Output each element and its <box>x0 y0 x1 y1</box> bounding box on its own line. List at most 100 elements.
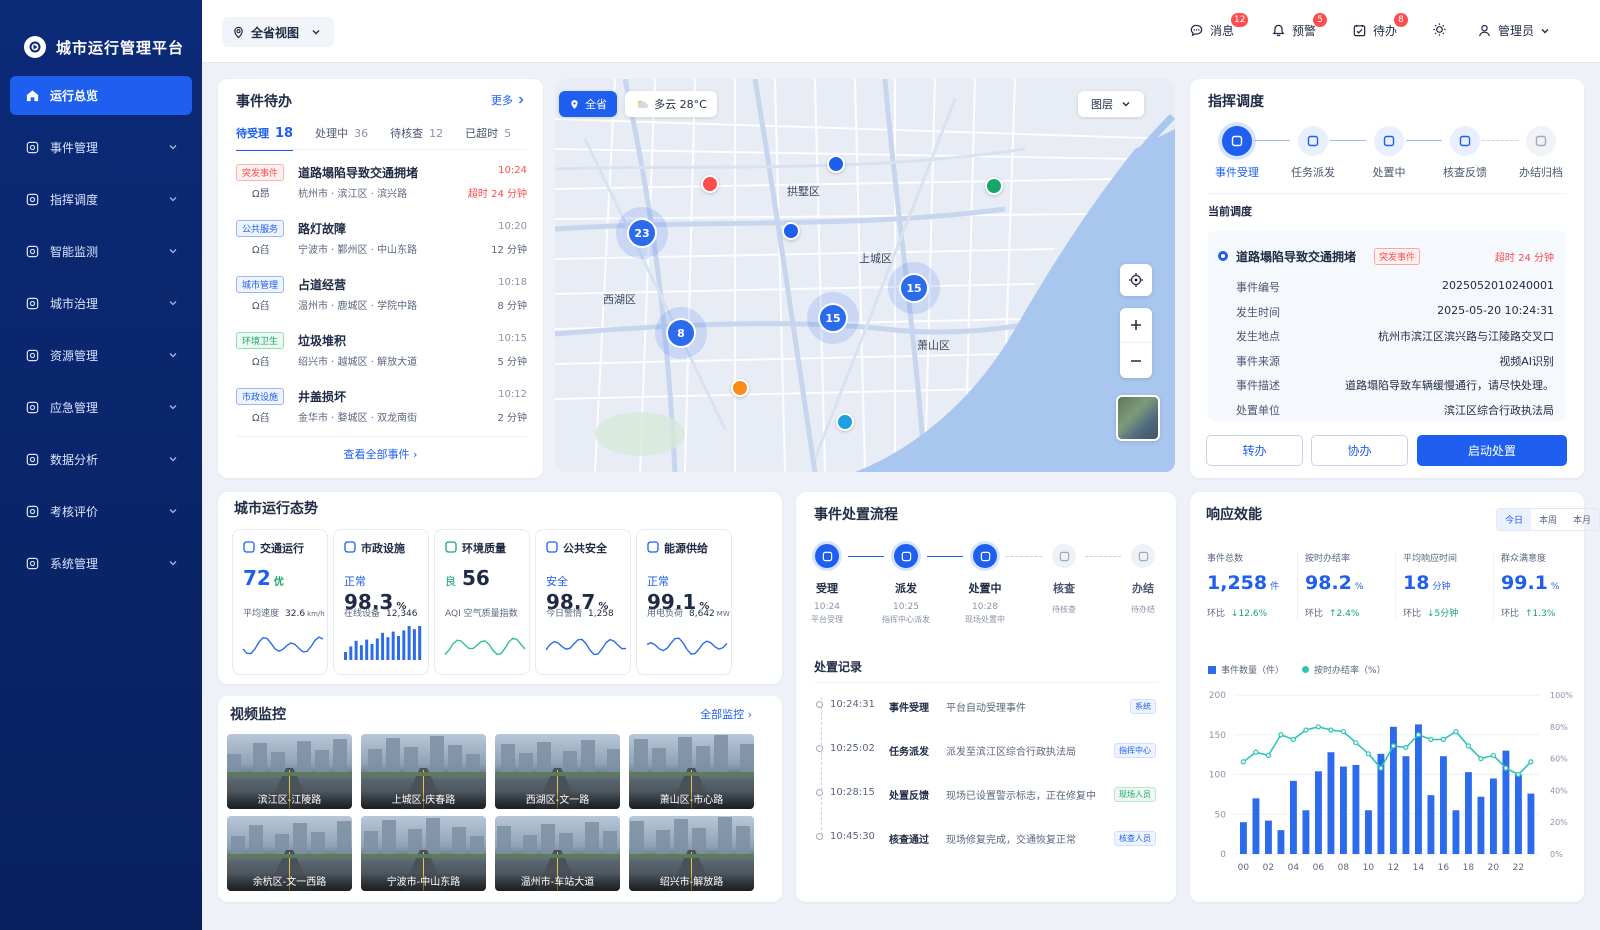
events-tab[interactable]: 处理中 36 <box>315 125 368 151</box>
start-handling-button[interactable]: 启动处置 <box>1417 435 1567 466</box>
event-cluster[interactable]: 23 <box>616 207 668 259</box>
user-menu[interactable]: 管理员 <box>1477 22 1550 39</box>
cluster-count: 23 <box>627 218 657 248</box>
chart-bar <box>1352 764 1360 854</box>
stat-icon <box>243 540 255 556</box>
chart-point <box>1503 765 1509 771</box>
period-option[interactable]: 本月 <box>1565 509 1599 530</box>
event-item[interactable]: 公共服务 路灯故障 Ω臽 宁波市 · 鄞州区 · 中山东路 10:20 12 分钟 <box>236 217 527 273</box>
stat-card[interactable]: 环境质量良 56 AQI 空气质量指数 <box>434 529 530 675</box>
alerts-button[interactable]: 预警 5 <box>1271 13 1327 39</box>
service-marker-icon[interactable] <box>731 379 749 397</box>
satellite-toggle[interactable] <box>1116 395 1160 441</box>
dispatch-step[interactable]: 办结归档 <box>1506 126 1576 180</box>
sidebar-item[interactable]: 数据分析 <box>10 440 192 479</box>
sidebar-item[interactable]: 系统管理 <box>10 544 192 583</box>
sidebar-item[interactable]: 运行总览 <box>10 76 192 115</box>
metric-value: 98.2 <box>1305 572 1352 594</box>
camera-feed[interactable]: 西湖区-文一路 <box>495 734 620 809</box>
layers-button[interactable]: 图层 <box>1078 91 1144 117</box>
response-title: 响应效能 <box>1206 507 1262 523</box>
field-value: 道路塌陷导致车辆缓慢通行，请尽快处理。 <box>1345 379 1554 392</box>
camera-marker-icon[interactable] <box>827 155 845 173</box>
events-more-link[interactable]: 更多 <box>491 92 525 108</box>
sidebar-item-label: 考核评价 <box>50 505 99 519</box>
event-cluster[interactable]: 8 <box>655 307 707 359</box>
locate-button[interactable] <box>1120 264 1152 296</box>
theme-toggle[interactable] <box>1432 22 1447 37</box>
sidebar-item[interactable]: 城市治理 <box>10 284 192 323</box>
facility-marker-icon[interactable] <box>836 413 854 431</box>
event-cluster[interactable]: 15 <box>888 262 940 314</box>
camera-feed[interactable]: 萧山区-市心路 <box>629 734 754 809</box>
x-tick: 02 <box>1263 863 1274 873</box>
stat-name: 环境质量 <box>462 542 506 555</box>
todo-button[interactable]: 待办 8 <box>1352 13 1408 39</box>
sidebar-item[interactable]: 资源管理 <box>10 336 192 375</box>
camera-feed[interactable]: 绍兴市-解放路 <box>629 816 754 891</box>
events-tab[interactable]: 待核查 12 <box>390 125 443 151</box>
stat-card[interactable]: 能源供给 正常99.1% 用电负荷 8,642 MW <box>636 529 732 675</box>
alerts-label: 预警 <box>1292 24 1317 38</box>
facility-marker-icon[interactable] <box>782 222 800 240</box>
event-item[interactable]: 城市管理 占道经营 Ω臽 温州市 · 鹿城区 · 学院中路 10:18 8 分钟 <box>236 273 527 329</box>
camera-feed[interactable]: 余杭区-文一西路 <box>227 816 352 891</box>
stat-card[interactable]: 公共安全 安全98.7% 今日警情 1,258 <box>535 529 631 675</box>
y-right-tick: 0% <box>1550 850 1563 859</box>
sidebar-item[interactable]: 指挥调度 <box>10 180 192 219</box>
city-map[interactable]: 全省 多云 28°C 图层 拱墅区 上城区 西湖区 萧山区 23 15 15 8 <box>555 79 1175 472</box>
sidebar-item[interactable]: 智能监测 <box>10 232 192 271</box>
dispatch-step[interactable]: 事件受理 <box>1202 126 1272 180</box>
zoom-in-button[interactable] <box>1120 308 1152 343</box>
stat-sparkline <box>242 636 324 655</box>
flow-step-name: 处置中 <box>968 582 1002 595</box>
zoom-out-button[interactable] <box>1120 343 1152 378</box>
camera-feed[interactable]: 滨江区-江陵路 <box>227 734 352 809</box>
chart-bar <box>1277 830 1285 854</box>
camera-feed[interactable]: 温州市-车站大道 <box>495 816 620 891</box>
chart-bar <box>1477 796 1485 854</box>
record-time: 10:24:31 <box>830 699 875 710</box>
map-scope-button[interactable]: 全省 <box>559 91 617 117</box>
stat-card[interactable]: 交通运行 72 优平均速度 32.6 km/h <box>232 529 328 675</box>
event-item[interactable]: 环境卫生 垃圾堆积 Ω臽 绍兴市 · 越城区 · 解放大道 10:15 5 分钟 <box>236 329 527 385</box>
stat-value-row: 良 56 <box>445 566 490 590</box>
view-all-events-link[interactable]: 查看全部事件 › <box>218 446 543 462</box>
tab-label: 已超时 <box>465 127 499 140</box>
chevron-down-icon <box>168 453 180 465</box>
camera-feed[interactable]: 上城区-庆春路 <box>361 734 486 809</box>
metric-trend: ↓12.6% <box>1231 609 1268 619</box>
transfer-button[interactable]: 转办 <box>1206 435 1303 466</box>
sidebar-item[interactable]: 事件管理 <box>10 128 192 167</box>
event-item[interactable]: 突发事件 道路塌陷导致交通拥堵 Ω昂 杭州市 · 滨江区 · 滨兴路 10:24 超时 2… <box>236 161 527 217</box>
events-tab[interactable]: 待受理 18 <box>236 125 294 151</box>
dispatch-step[interactable]: 任务派发 <box>1278 126 1348 180</box>
dispatch-step[interactable]: 核查反馈 <box>1430 126 1500 180</box>
assist-button[interactable]: 协办 <box>1311 435 1408 466</box>
cluster-count: 15 <box>818 303 848 333</box>
district-label: 萧山区 <box>917 339 950 352</box>
response-chart: 0 50 100 150 200 0% 20% 40% 60% 80% 100% 00 02 04 06 08… <box>1209 691 1573 873</box>
record-source-tag: 系统 <box>1130 699 1156 714</box>
period-option[interactable]: 本周 <box>1531 509 1565 530</box>
dispatch-step[interactable]: 处置中 <box>1354 126 1424 180</box>
y-left-tick: 200 <box>1209 691 1226 701</box>
period-option[interactable]: 今日 <box>1497 509 1531 530</box>
event-item[interactable]: 市政设施 井盖损坏 Ω臽 金华市 · 婺城区 · 双龙南街 10:12 2 分钟 <box>236 385 527 441</box>
region-selector[interactable]: 全省视图 <box>222 17 334 47</box>
sun-icon <box>1433 23 1446 36</box>
stat-card[interactable]: 市政设施 正常98.3% 在线设备 12,346 <box>333 529 429 675</box>
stat-sub: AQI 空气质量指数 <box>445 606 518 619</box>
event-cluster[interactable]: 15 <box>807 292 859 344</box>
events-tab[interactable]: 已超时 5 <box>465 125 511 151</box>
region-label: 全省视图 <box>251 25 300 40</box>
camera-feed[interactable]: 宁波市-中山东路 <box>361 816 486 891</box>
sidebar-item[interactable]: 应急管理 <box>10 388 192 427</box>
all-cameras-link[interactable]: 全部监控 › <box>700 706 752 722</box>
alarm-marker-icon[interactable] <box>701 175 719 193</box>
stat-value-row: 72 优 <box>243 566 284 590</box>
sidebar-item[interactable]: 考核评价 <box>10 492 192 531</box>
environment-marker-icon[interactable] <box>985 177 1003 195</box>
messages-button[interactable]: 消息 12 <box>1189 13 1249 39</box>
metric-trend-row: 环比 ↓5分钟 <box>1403 606 1493 619</box>
